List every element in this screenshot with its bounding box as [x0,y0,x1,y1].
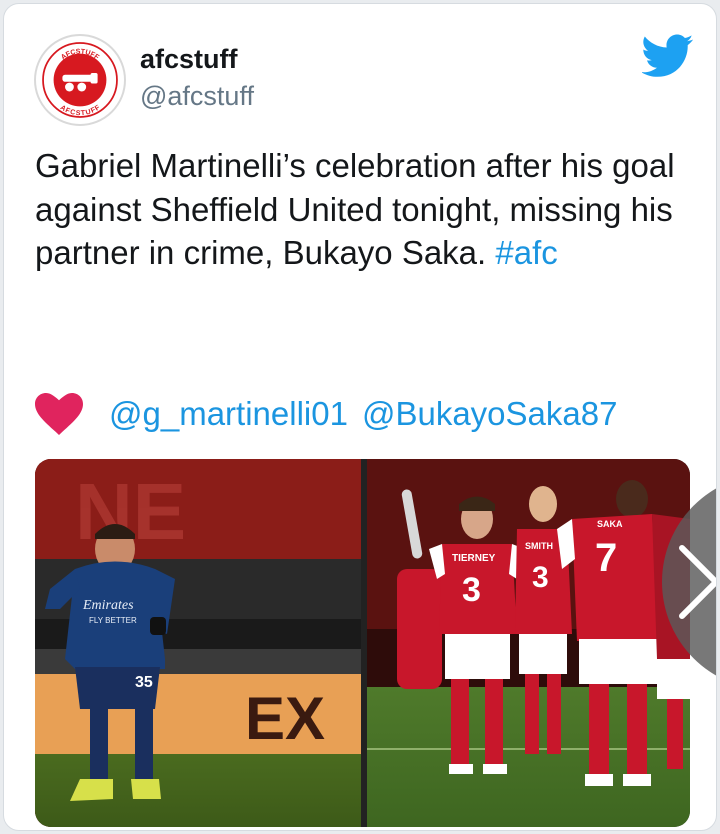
player-2-name: SMITH [525,541,553,551]
tweet-card: AFCSTUFF AFCSTUFF afcstuff @afcstuff Gab… [3,3,717,831]
player-2-number: 3 [532,561,549,594]
user-handle[interactable]: @afcstuff [140,81,254,112]
mention-link-martinelli[interactable]: @g_martinelli01 [109,395,348,433]
display-name[interactable]: afcstuff [140,44,238,75]
tweet-text: Gabriel Martinelli’s celebration after h… [35,144,695,275]
shirt-tagline: FLY BETTER [89,616,137,625]
shorts-number: 35 [135,674,153,691]
photo-celebration-image: TIERNEY 3 SMITH 3 SAKA 7 [367,459,690,827]
avatar[interactable]: AFCSTUFF AFCSTUFF [34,34,126,126]
photo-celebration[interactable]: TIERNEY 3 SMITH 3 SAKA 7 [367,459,690,827]
shirt-sponsor: Emirates [82,598,134,613]
player-1-number: 3 [462,571,481,609]
photo-martinelli[interactable]: NE EX Emirates FLY BETTER 35 [35,459,361,827]
mention-link-saka[interactable]: @BukayoSaka87 [362,395,618,433]
tweet-body: Gabriel Martinelli’s celebration after h… [35,147,675,272]
twitter-bird-icon[interactable] [642,34,694,78]
chevron-right-icon [679,545,716,619]
afcstuff-logo: AFCSTUFF AFCSTUFF [40,40,120,120]
media-gallery: NE EX Emirates FLY BETTER 35 TIERNEY 3 S… [35,459,690,827]
mentions-line: @g_martinelli01 @BukayoSaka87 [35,390,631,438]
player-1-name: TIERNEY [452,553,496,564]
heart-icon [35,393,83,435]
photo-martinelli-image: NE EX Emirates FLY BETTER 35 [35,459,361,827]
hashtag-link[interactable]: #afc [495,234,557,271]
player-3-name: SAKA [597,519,623,529]
board-text: EX [245,685,325,752]
player-3-number: 7 [595,536,617,580]
